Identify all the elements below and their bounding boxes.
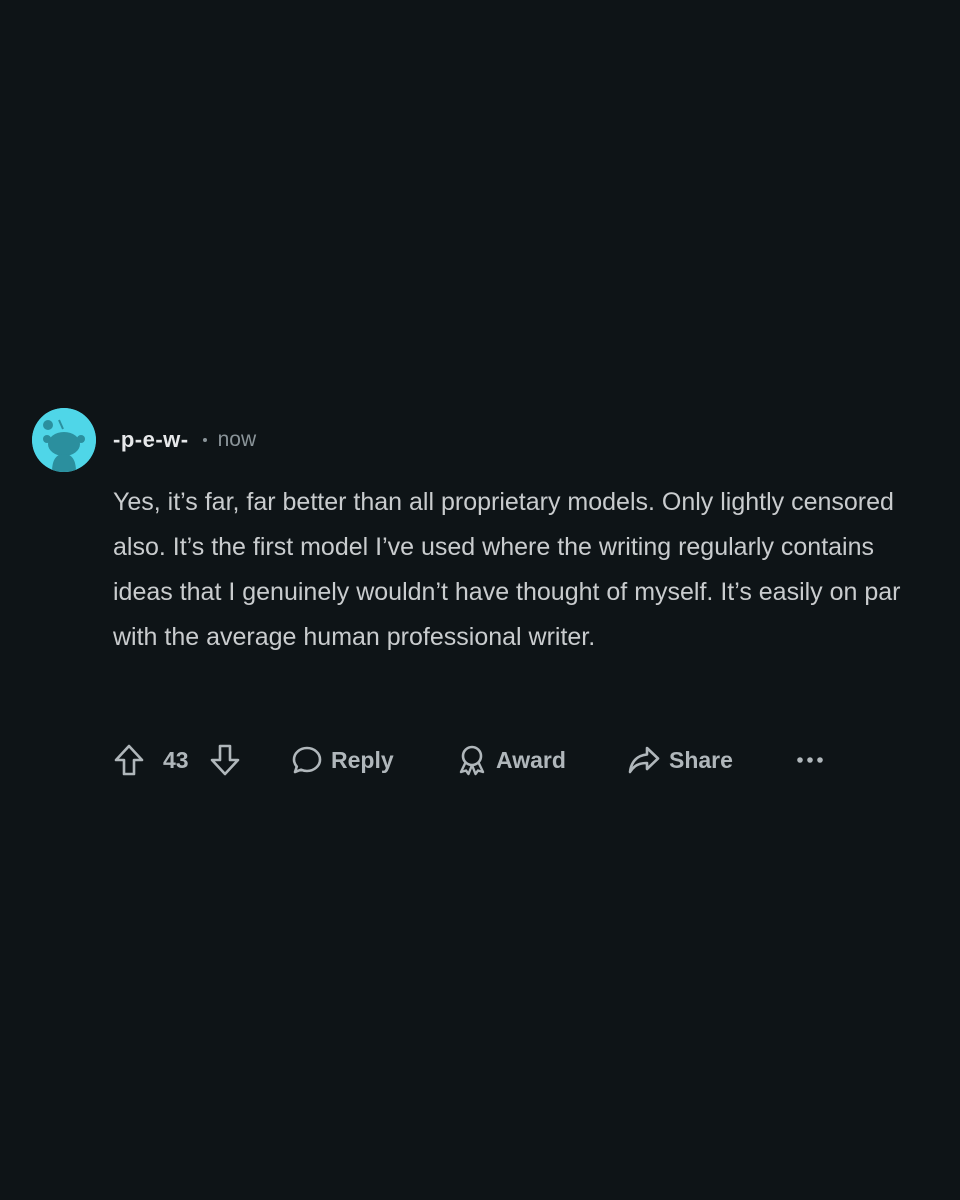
- avatar[interactable]: [32, 408, 96, 472]
- vote-count: 43: [163, 746, 189, 773]
- comment-meta: -p-e-w- now: [113, 426, 256, 454]
- share-arrow-icon: [628, 746, 660, 774]
- award-button[interactable]: Award: [456, 738, 566, 782]
- downvote-button[interactable]: [209, 738, 247, 782]
- share-button[interactable]: Share: [627, 738, 733, 782]
- ellipsis-icon: [797, 757, 823, 763]
- arrow-up-icon: [114, 744, 144, 776]
- speech-bubble-icon: [292, 746, 322, 774]
- snoo-avatar-icon: [32, 408, 96, 472]
- timestamp[interactable]: now: [218, 428, 257, 452]
- arrow-down-icon: [210, 744, 240, 776]
- award-ribbon-icon: [459, 745, 485, 776]
- comment-actions: 43 Reply Award Share: [113, 738, 843, 782]
- comment-body: Yes, it’s far, far better than all propr…: [113, 488, 901, 651]
- more-options-button[interactable]: [795, 738, 825, 782]
- share-label: Share: [669, 746, 733, 773]
- upvote-button[interactable]: [113, 738, 151, 782]
- username[interactable]: -p-e-w-: [113, 427, 189, 453]
- reply-button[interactable]: Reply: [291, 738, 394, 782]
- reply-label: Reply: [331, 746, 394, 773]
- award-label: Award: [496, 746, 566, 773]
- separator-dot: [202, 438, 207, 442]
